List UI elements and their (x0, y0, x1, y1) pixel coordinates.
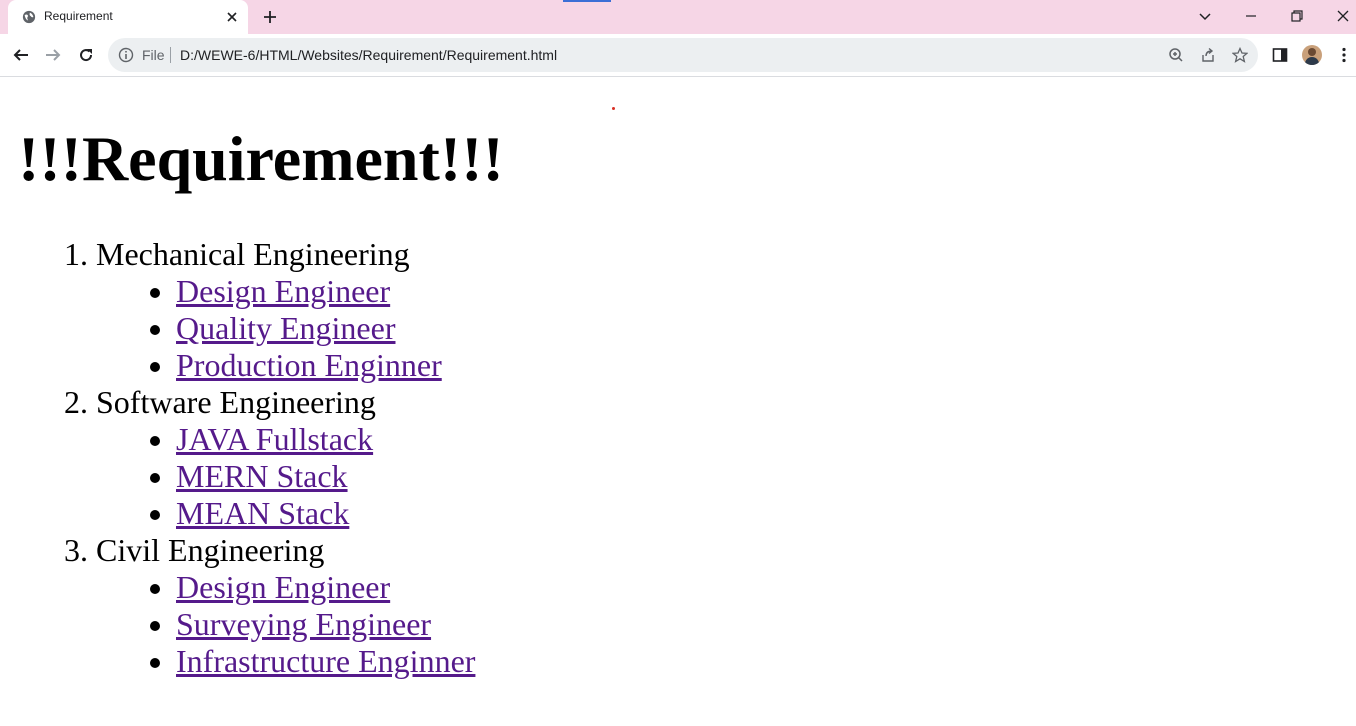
section-item: Civil Engineering Design Engineer Survey… (96, 532, 475, 680)
forward-icon[interactable] (44, 46, 62, 64)
restore-icon[interactable] (1289, 8, 1305, 24)
list-item: Quality Engineer (176, 310, 475, 347)
list-item: JAVA Fullstack (176, 421, 475, 458)
list-item: Surveying Engineer (176, 606, 475, 643)
list-item: MERN Stack (176, 458, 475, 495)
url-scheme: File (142, 47, 165, 63)
address-divider (170, 47, 171, 63)
close-icon[interactable] (226, 11, 238, 23)
browser-toolbar: File (0, 34, 1356, 77)
globe-icon (22, 10, 36, 24)
role-list: Design Engineer Quality Engineer Product… (96, 273, 475, 384)
list-item: Design Engineer (176, 569, 475, 606)
side-panel-icon[interactable] (1271, 46, 1289, 64)
section-label: Software Engineering (96, 384, 376, 420)
role-link[interactable]: MERN Stack (176, 458, 348, 494)
role-link[interactable]: JAVA Fullstack (176, 421, 373, 457)
list-item: Design Engineer (176, 273, 475, 310)
info-icon[interactable] (118, 47, 134, 63)
section-item: Mechanical Engineering Design Engineer Q… (96, 236, 475, 384)
list-item: Infrastructure Enginner (176, 643, 475, 680)
role-link[interactable]: Production Enginner (176, 347, 442, 383)
tab-strip: Requirement (0, 0, 1356, 34)
role-link[interactable]: Infrastructure Enginner (176, 643, 475, 679)
address-bar[interactable]: File (108, 38, 1258, 72)
page-content: !!!Requirement!!! Mechanical Engineering… (0, 77, 1356, 726)
role-link[interactable]: Surveying Engineer (176, 606, 431, 642)
role-list: Design Engineer Surveying Engineer Infra… (96, 569, 475, 680)
role-link[interactable]: Quality Engineer (176, 310, 395, 346)
star-icon[interactable] (1232, 47, 1248, 63)
section-list: Mechanical Engineering Design Engineer Q… (0, 236, 475, 680)
tab-title: Requirement (44, 9, 113, 23)
minimize-icon[interactable] (1243, 8, 1259, 24)
list-item: MEAN Stack (176, 495, 475, 532)
role-link[interactable]: Design Engineer (176, 569, 390, 605)
chevron-down-icon[interactable] (1197, 8, 1213, 24)
role-link[interactable]: Design Engineer (176, 273, 390, 309)
section-item: Software Engineering JAVA Fullstack MERN… (96, 384, 475, 532)
tab-indicator (563, 0, 611, 2)
url-input[interactable] (180, 46, 1080, 64)
cursor-dot (612, 107, 615, 110)
role-list: JAVA Fullstack MERN Stack MEAN Stack (96, 421, 475, 532)
page-title: !!!Requirement!!! (18, 123, 504, 194)
window-close-icon[interactable] (1335, 8, 1351, 24)
reload-icon[interactable] (77, 46, 95, 64)
tab-requirement[interactable]: Requirement (8, 0, 248, 34)
back-icon[interactable] (12, 46, 30, 64)
section-label: Mechanical Engineering (96, 236, 410, 272)
list-item: Production Enginner (176, 347, 475, 384)
share-icon[interactable] (1200, 47, 1216, 63)
more-icon[interactable] (1335, 46, 1353, 64)
section-label: Civil Engineering (96, 532, 325, 568)
role-link[interactable]: MEAN Stack (176, 495, 349, 531)
avatar[interactable] (1302, 45, 1322, 65)
zoom-icon[interactable] (1168, 47, 1184, 63)
plus-icon[interactable] (262, 9, 278, 25)
